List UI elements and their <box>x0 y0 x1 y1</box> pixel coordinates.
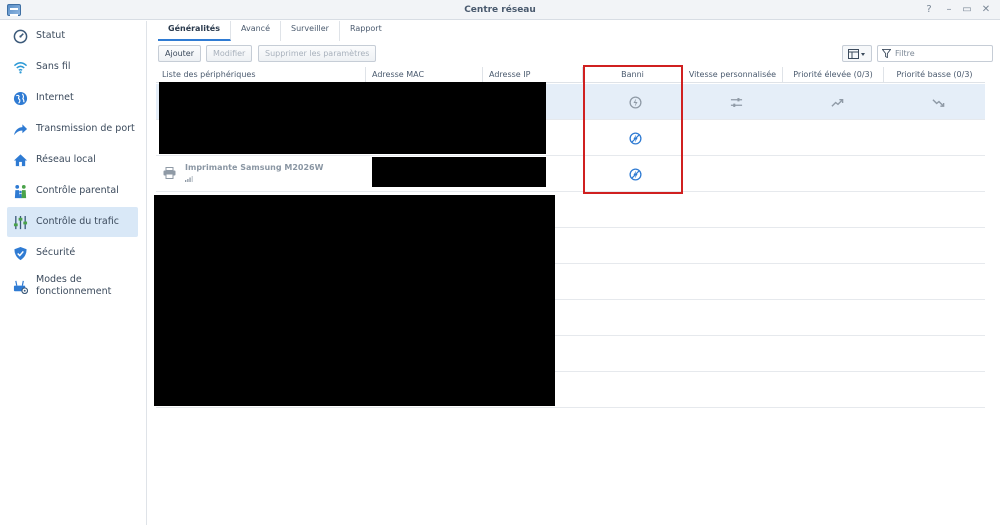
filter-input[interactable] <box>895 49 985 58</box>
printer-icon <box>163 167 176 179</box>
redacted-area <box>154 195 555 406</box>
sidebar-item-label: Contrôle du trafic <box>36 216 119 227</box>
tab-rapport[interactable]: Rapport <box>340 21 392 41</box>
wifi-icon <box>12 59 28 75</box>
router-gear-icon <box>12 278 28 294</box>
tab-bar: Généralités Avancé Surveiller Rapport <box>158 21 392 41</box>
window-title: Centre réseau <box>464 5 536 15</box>
table-row[interactable] <box>156 156 985 192</box>
traffic-sliders-icon <box>12 214 28 230</box>
delete-settings-button[interactable]: Supprimer les paramètres <box>258 45 377 62</box>
signal-strength-icon <box>185 175 193 182</box>
sidebar-item-controle-parental[interactable]: Contrôle parental <box>7 176 138 206</box>
sidebar-item-modes-de-fonctionnement[interactable]: Modes de fonctionnement <box>7 268 138 304</box>
column-header-ip[interactable]: Adresse IP <box>483 67 583 83</box>
sidebar-item-internet[interactable]: Internet <box>7 83 138 113</box>
sidebar-item-label: Contrôle parental <box>36 185 119 196</box>
tab-avance[interactable]: Avancé <box>231 21 281 41</box>
filter-funnel-icon <box>882 49 891 58</box>
sidebar-item-transmission-de-port[interactable]: Transmission de port <box>7 114 138 144</box>
device-name: Imprimante Samsung M2026W <box>185 163 324 172</box>
column-header-devices[interactable]: Liste des périphériques <box>156 67 366 83</box>
tab-generalites[interactable]: Généralités <box>158 21 231 41</box>
columns-view-icon <box>848 48 865 59</box>
home-network-icon <box>12 152 28 168</box>
filter-field[interactable] <box>877 45 993 62</box>
maximize-icon[interactable]: ▭ <box>960 3 974 17</box>
shield-icon <box>12 245 28 261</box>
column-header-low-priority[interactable]: Priorité basse (0/3) <box>884 67 985 83</box>
low-priority-trend-down-icon[interactable] <box>931 95 945 109</box>
column-header-mac[interactable]: Adresse MAC <box>366 67 483 83</box>
sidebar-item-label: Réseau local <box>36 154 96 165</box>
column-header-banni[interactable]: Banni <box>583 67 683 83</box>
sidebar-item-label: Internet <box>36 92 74 103</box>
redacted-area <box>159 82 546 154</box>
gauge-icon <box>12 28 28 44</box>
view-options-button[interactable] <box>842 45 872 62</box>
column-header-custom-speed[interactable]: Vitesse personnalisée <box>683 67 783 83</box>
column-header-high-priority[interactable]: Priorité élevée (0/3) <box>783 67 884 83</box>
high-priority-trend-up-icon[interactable] <box>830 95 844 109</box>
custom-speed-sliders-icon[interactable] <box>729 95 743 109</box>
close-icon[interactable]: ✕ <box>979 3 993 17</box>
add-button[interactable]: Ajouter <box>158 45 202 62</box>
help-icon[interactable]: ? <box>922 3 936 17</box>
globe-icon <box>12 90 28 106</box>
forward-arrow-icon <box>12 121 28 137</box>
device-table-header: Liste des périphériques Adresse MAC Adre… <box>156 67 985 83</box>
banned-active-icon[interactable] <box>628 131 642 145</box>
edit-button[interactable]: Modifier <box>206 45 253 62</box>
sidebar-item-sans-fil[interactable]: Sans fil <box>7 52 138 82</box>
sidebar-item-reseau-local[interactable]: Réseau local <box>7 145 138 175</box>
sidebar-item-controle-du-trafic[interactable]: Contrôle du trafic <box>7 207 138 237</box>
ban-toggle-icon[interactable] <box>628 95 642 109</box>
redacted-area <box>372 157 546 187</box>
sidebar-item-label: Modes de fonctionnement <box>36 274 112 297</box>
sidebar-item-securite[interactable]: Sécurité <box>7 238 138 268</box>
sidebar-item-label: Statut <box>36 30 66 41</box>
sidebar-item-label: Sans fil <box>36 61 71 72</box>
minimize-icon[interactable]: – <box>942 3 956 17</box>
title-bar: Centre réseau ? – ▭ ✕ <box>0 0 1000 20</box>
tab-surveiller[interactable]: Surveiller <box>281 21 340 41</box>
banned-active-icon[interactable] <box>628 167 642 181</box>
sidebar-item-label: Sécurité <box>36 247 76 258</box>
sidebar: Statut Sans fil Internet Transmission de… <box>0 21 147 525</box>
sidebar-item-statut[interactable]: Statut <box>7 21 138 51</box>
sidebar-item-label: Transmission de port <box>36 123 135 134</box>
family-icon <box>12 183 28 199</box>
